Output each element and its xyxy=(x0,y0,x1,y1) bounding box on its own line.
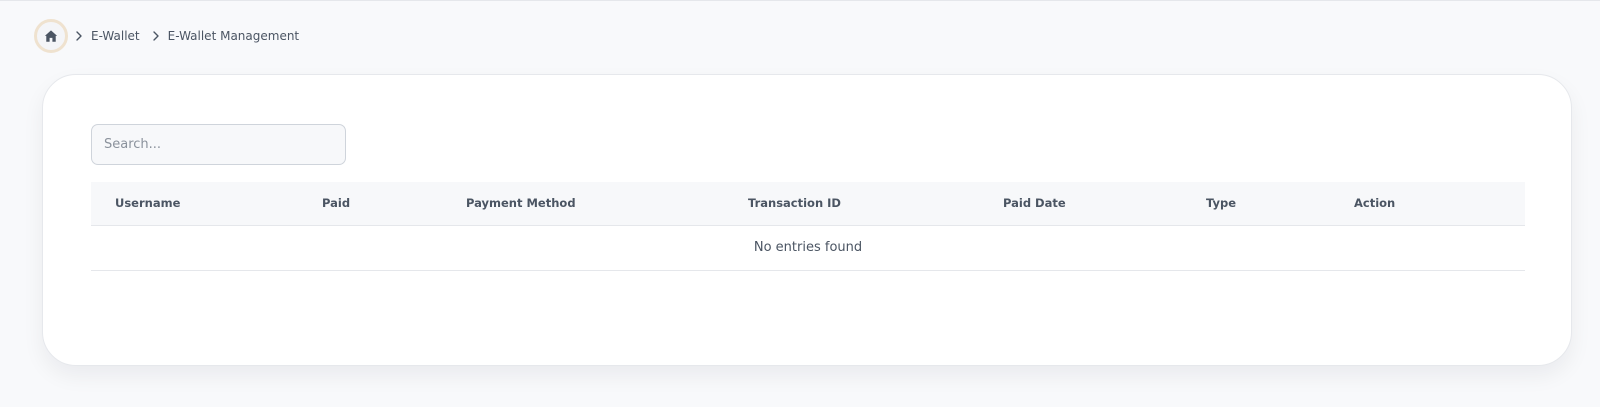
breadcrumb-item-e-wallet-management: E-Wallet Management xyxy=(167,29,300,43)
column-header-action: Action xyxy=(1354,196,1396,211)
breadcrumb: E-Wallet E-Wallet Management xyxy=(34,19,299,53)
column-header-payment-method[interactable]: Payment Method xyxy=(442,182,724,225)
column-header-transaction-id[interactable]: Transaction ID xyxy=(724,182,979,225)
content-card: Username Paid Payment Method Transaction… xyxy=(42,74,1572,366)
table-row: No entries found xyxy=(91,225,1525,271)
column-header-paid-date[interactable]: Paid Date xyxy=(979,182,1182,225)
e-wallet-table: Username Paid Payment Method Transaction… xyxy=(91,182,1525,271)
chevron-right-icon xyxy=(151,31,161,41)
home-icon xyxy=(44,30,58,42)
home-button[interactable] xyxy=(34,19,68,53)
column-header-type[interactable]: Type xyxy=(1182,182,1330,225)
chevron-right-icon xyxy=(74,31,84,41)
breadcrumb-item-e-wallet[interactable]: E-Wallet xyxy=(91,19,140,53)
table-header-row: Username Paid Payment Method Transaction… xyxy=(91,182,1525,225)
column-header-paid[interactable]: Paid xyxy=(298,182,442,225)
search-input[interactable] xyxy=(91,124,346,165)
column-header-username[interactable]: Username xyxy=(91,182,298,225)
page: E-Wallet E-Wallet Management Username Pa… xyxy=(0,0,1600,407)
empty-state-message: No entries found xyxy=(91,225,1525,271)
